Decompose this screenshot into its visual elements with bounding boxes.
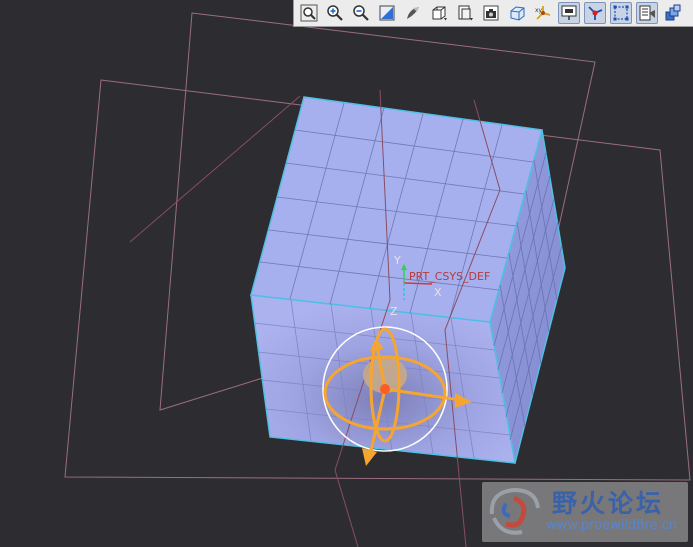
spin-center-button[interactable]: xy <box>532 2 554 24</box>
snapshot-button[interactable] <box>480 2 502 24</box>
snapshot-icon <box>483 5 499 21</box>
csys-axis-y: Y <box>393 254 401 267</box>
datum-axes-toggle[interactable] <box>584 2 606 24</box>
zoom-in-icon <box>327 5 343 21</box>
shading-icon <box>407 7 419 19</box>
orient-button[interactable] <box>506 2 528 24</box>
forum-watermark: 野火论坛 www.proewildfire.cn <box>482 482 688 542</box>
forum-url: www.proewildfire.cn <box>546 518 677 533</box>
zoom-fit-button[interactable] <box>298 2 320 24</box>
model-scene[interactable]: Y PRT_CSYS_DEF X Z <box>0 0 693 547</box>
view-manager-button[interactable] <box>454 2 476 24</box>
orient-icon <box>510 6 525 21</box>
spin-center-icon: xy <box>535 6 551 20</box>
view-manager-icon <box>458 5 473 21</box>
repaint-icon <box>379 5 395 21</box>
graphics-viewport[interactable]: Y PRT_CSYS_DEF X Z xy 野火论坛 www.proewildf… <box>0 0 693 547</box>
view-toolbar: xy <box>293 0 693 27</box>
csys-display-toggle[interactable] <box>636 2 658 24</box>
annotation-display-button[interactable] <box>662 2 684 24</box>
datum-points-icon <box>613 5 629 21</box>
csys-name: PRT_CSYS_DEF <box>409 270 490 283</box>
forum-logo-icon <box>489 487 540 535</box>
shading-button[interactable] <box>402 2 424 24</box>
csys-axis-z: Z <box>390 305 398 318</box>
zoom-out-button[interactable] <box>350 2 372 24</box>
csys-axis-x: X <box>434 286 442 299</box>
datum-planes-icon <box>561 5 577 20</box>
saved-views-icon <box>432 6 447 21</box>
saved-views-button[interactable] <box>428 2 450 24</box>
zoom-fit-icon <box>300 4 318 22</box>
repaint-button[interactable] <box>376 2 398 24</box>
csys-display-icon <box>639 5 655 21</box>
forum-title: 野火论坛 <box>552 489 665 518</box>
annotation-display-icon <box>665 4 681 21</box>
datum-points-toggle[interactable] <box>610 2 632 24</box>
zoom-out-icon <box>353 5 369 21</box>
datum-axes-icon <box>588 6 603 20</box>
svg-text:xy: xy <box>535 7 543 14</box>
zoom-in-button[interactable] <box>324 2 346 24</box>
datum-planes-toggle[interactable] <box>558 2 580 24</box>
